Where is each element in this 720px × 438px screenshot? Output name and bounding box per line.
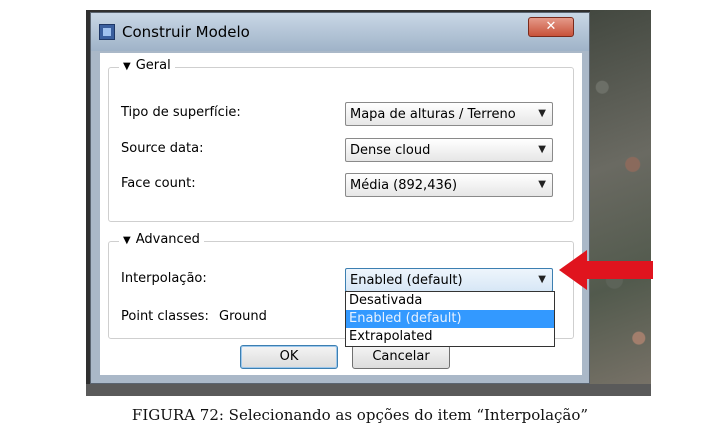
window-app-icon bbox=[99, 24, 115, 40]
face-count-value: Média (892,436) bbox=[350, 178, 458, 193]
advanced-group-title: Advanced bbox=[135, 232, 200, 247]
ok-button[interactable]: OK bbox=[240, 345, 338, 369]
collapse-triangle-icon: ▼ bbox=[123, 235, 131, 246]
point-classes-label: Point classes: bbox=[121, 309, 209, 324]
interpolation-option-enabled[interactable]: Enabled (default) bbox=[346, 310, 554, 328]
red-pointer-arrow-shape bbox=[559, 250, 653, 290]
close-button[interactable]: ✕ bbox=[528, 17, 574, 37]
surface-type-value: Mapa de alturas / Terreno bbox=[350, 107, 516, 122]
dropdown-arrow-icon: ▼ bbox=[538, 179, 546, 190]
surface-type-select[interactable]: Mapa de alturas / Terreno ▼ bbox=[345, 102, 553, 126]
interpolation-option-disabled[interactable]: Desativada bbox=[346, 292, 554, 310]
collapse-triangle-icon: ▼ bbox=[123, 61, 131, 72]
face-count-label: Face count: bbox=[121, 176, 196, 191]
interpolation-option-extrapolated[interactable]: Extrapolated bbox=[346, 328, 554, 346]
title-bar[interactable]: Construir Modelo ✕ bbox=[91, 13, 589, 51]
source-data-value: Dense cloud bbox=[350, 143, 431, 158]
interpolation-dropdown-list: Desativada Enabled (default) Extrapolate… bbox=[345, 291, 555, 347]
interpolation-value: Enabled (default) bbox=[350, 273, 463, 288]
interpolation-select[interactable]: Enabled (default) ▼ bbox=[345, 268, 553, 292]
close-icon: ✕ bbox=[545, 19, 557, 34]
general-group-title: Geral bbox=[135, 58, 171, 73]
face-count-select[interactable]: Média (892,436) ▼ bbox=[345, 173, 553, 197]
interpolation-label: Interpolação: bbox=[121, 271, 207, 286]
background-strip bbox=[86, 384, 651, 396]
point-classes-value[interactable]: Ground bbox=[219, 309, 267, 324]
advanced-group-header[interactable]: ▼ Advanced bbox=[119, 232, 204, 247]
build-model-dialog: Construir Modelo ✕ ▼ Geral Tipo de superf… bbox=[90, 12, 590, 384]
general-group: ▼ Geral Tipo de superfície: Mapa de altur… bbox=[108, 58, 574, 222]
source-data-label: Source data: bbox=[121, 141, 204, 156]
background-map-image bbox=[590, 10, 651, 396]
window-title: Construir Modelo bbox=[122, 23, 250, 41]
dropdown-arrow-icon: ▼ bbox=[538, 108, 546, 119]
dropdown-arrow-icon: ▼ bbox=[538, 274, 546, 285]
cancel-button[interactable]: Cancelar bbox=[352, 345, 450, 369]
figure-caption: FIGURA 72: Selecionando as opções do ite… bbox=[131, 406, 589, 424]
dialog-body: ▼ Geral Tipo de superfície: Mapa de altur… bbox=[100, 53, 582, 375]
source-data-select[interactable]: Dense cloud ▼ bbox=[345, 138, 553, 162]
general-group-header[interactable]: ▼ Geral bbox=[119, 58, 175, 73]
red-pointer-arrow-icon bbox=[559, 250, 653, 290]
surface-type-label: Tipo de superfície: bbox=[121, 105, 241, 120]
dropdown-arrow-icon: ▼ bbox=[538, 144, 546, 155]
